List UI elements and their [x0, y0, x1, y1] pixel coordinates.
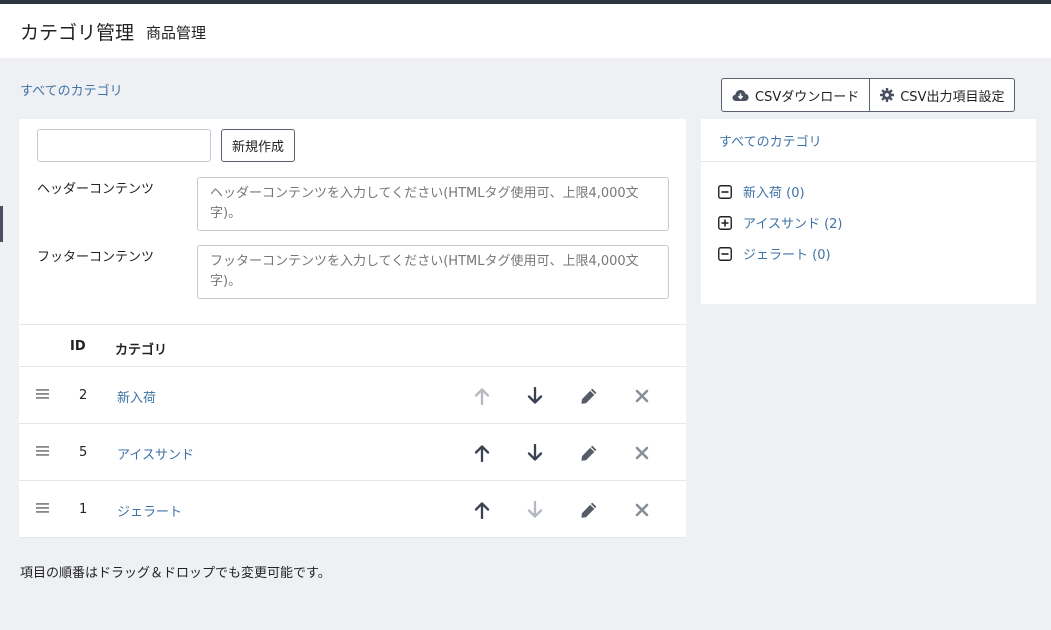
edit-button[interactable]: [579, 500, 599, 520]
csv-settings-button[interactable]: CSV出力項目設定: [870, 78, 1016, 112]
move-up-button[interactable]: [472, 386, 492, 406]
csv-download-button[interactable]: CSVダウンロード: [721, 78, 871, 112]
page-header: カテゴリ管理 商品管理: [0, 4, 1051, 58]
pencil-icon: [581, 445, 597, 461]
arrow-down-icon: [527, 444, 543, 461]
close-icon: [635, 389, 649, 403]
edit-button[interactable]: [579, 443, 599, 463]
category-tree-panel: すべてのカテゴリ 新入荷 (0) アイスサンド (2) ジェラート (0): [701, 119, 1036, 304]
column-id: ID: [70, 339, 86, 354]
move-up-button[interactable]: [472, 500, 492, 520]
table-row[interactable]: 5 アイスサンド: [19, 424, 686, 481]
arrow-down-icon: [527, 387, 543, 404]
move-up-button[interactable]: [472, 443, 492, 463]
category-name-link[interactable]: ジェラート: [117, 501, 182, 520]
tree-item[interactable]: アイスサンド (2): [718, 213, 843, 232]
minus-square-icon[interactable]: [718, 246, 732, 261]
create-button[interactable]: 新規作成: [221, 129, 296, 162]
table-header: ID カテゴリ: [19, 324, 686, 367]
drag-handle-icon[interactable]: [36, 388, 49, 400]
category-panel: 新規作成 ヘッダーコンテンツ ヘッダーコンテンツを入力してください(HTMLタグ…: [19, 119, 686, 538]
category-table: ID カテゴリ 2 新入荷 5 アイスサンド 1 ジェラート: [19, 324, 686, 538]
cloud-download-icon: [732, 89, 749, 101]
category-id: 5: [79, 445, 88, 460]
tree-item-label: アイスサンド (2): [743, 217, 843, 232]
arrow-up-icon: [474, 502, 490, 519]
csv-button-group: CSVダウンロード CSV出力項目設定: [721, 78, 1016, 112]
move-down-button[interactable]: [525, 386, 545, 406]
csv-download-label: CSVダウンロード: [755, 89, 860, 105]
tree-root-all-categories[interactable]: すべてのカテゴリ: [719, 131, 822, 150]
tree-item-label: 新入荷 (0): [743, 186, 805, 201]
table-row[interactable]: 1 ジェラート: [19, 481, 686, 538]
drag-handle-icon[interactable]: [36, 502, 49, 514]
edit-button[interactable]: [579, 386, 599, 406]
category-name-input[interactable]: [37, 129, 211, 162]
arrow-up-icon: [474, 445, 490, 462]
arrow-down-icon: [527, 501, 543, 518]
pencil-icon: [581, 502, 597, 518]
page-title: カテゴリ管理: [20, 21, 135, 44]
minus-square-icon[interactable]: [718, 184, 732, 199]
footer-content-textarea[interactable]: フッターコンテンツを入力してください(HTMLタグ使用可、上限4,000文字)。: [197, 245, 669, 299]
gear-icon: [880, 88, 895, 102]
sidebar-edge-indicator: [0, 206, 3, 242]
arrow-up-icon: [474, 388, 490, 405]
move-down-button[interactable]: [525, 443, 545, 463]
category-id: 2: [79, 388, 88, 403]
category-id: 1: [79, 502, 88, 517]
tree-item[interactable]: ジェラート (0): [718, 244, 831, 263]
header-content-textarea[interactable]: ヘッダーコンテンツを入力してください(HTMLタグ使用可、上限4,000文字)。: [197, 177, 669, 231]
delete-button[interactable]: [632, 500, 652, 520]
delete-button[interactable]: [632, 443, 652, 463]
tree-item[interactable]: 新入荷 (0): [718, 182, 805, 201]
reorder-note: 項目の順番はドラッグ＆ドロップでも変更可能です。: [20, 566, 331, 581]
footer-content-label: フッターコンテンツ: [37, 250, 155, 265]
pencil-icon: [581, 388, 597, 404]
create-row: 新規作成: [37, 129, 296, 162]
divider: [701, 161, 1036, 162]
breadcrumb-all-categories[interactable]: すべてのカテゴリ: [20, 80, 123, 99]
category-name-link[interactable]: アイスサンド: [117, 444, 194, 463]
page-subtitle: 商品管理: [146, 24, 207, 42]
drag-handle-icon[interactable]: [36, 445, 49, 457]
move-down-button[interactable]: [525, 500, 545, 520]
column-category: カテゴリ: [115, 343, 168, 358]
delete-button[interactable]: [632, 386, 652, 406]
csv-settings-label: CSV出力項目設定: [900, 89, 1005, 105]
close-icon: [635, 446, 649, 460]
table-row[interactable]: 2 新入荷: [19, 367, 686, 424]
tree-item-label: ジェラート (0): [743, 248, 831, 263]
close-icon: [635, 503, 649, 517]
plus-square-icon[interactable]: [718, 215, 732, 230]
header-content-label: ヘッダーコンテンツ: [37, 182, 155, 197]
category-name-link[interactable]: 新入荷: [117, 387, 156, 406]
